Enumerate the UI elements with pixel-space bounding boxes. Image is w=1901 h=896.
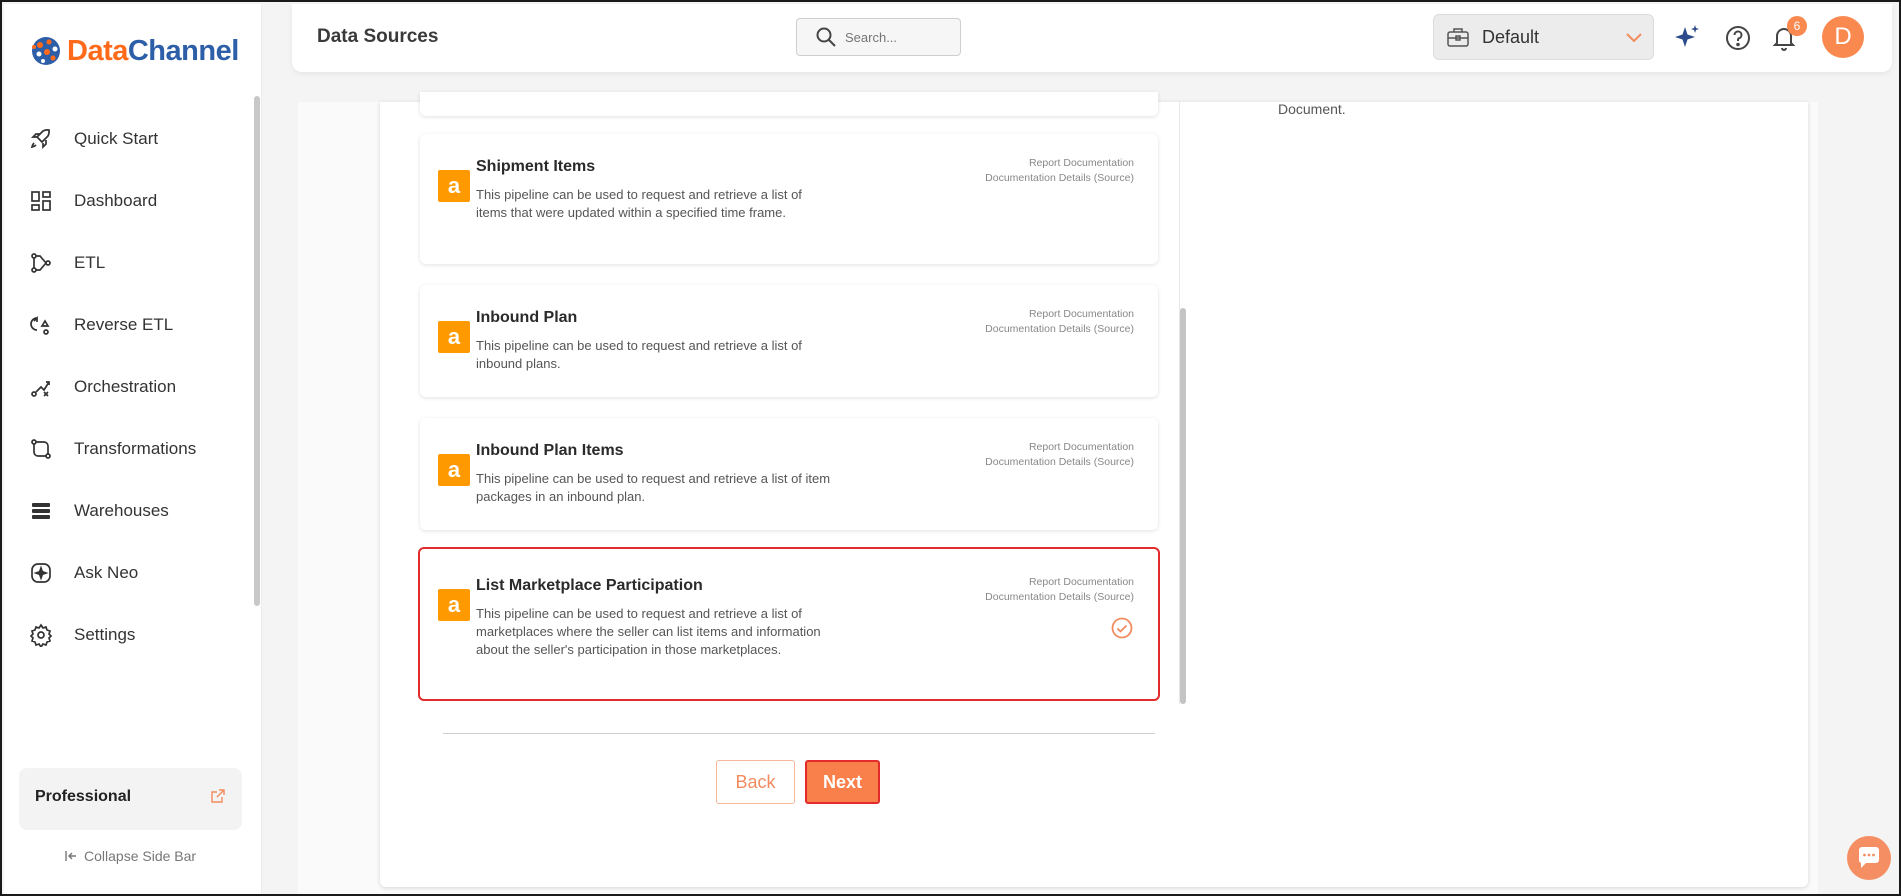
search-box[interactable]	[796, 18, 961, 56]
details-text: Document.	[1278, 101, 1346, 117]
amazon-logo-icon: a	[438, 170, 470, 202]
documentation-details-link[interactable]: Documentation Details (Source)	[985, 590, 1134, 605]
brand-name: DataChannel	[67, 35, 239, 68]
briefcase-icon	[1447, 28, 1469, 47]
plan-label: Professional	[35, 788, 132, 805]
collapse-arrow-icon	[65, 851, 76, 861]
dashboard-grid-icon	[28, 188, 54, 214]
top-header: Data Sources Default 6 D	[292, 4, 1892, 72]
external-link-icon[interactable]	[210, 788, 226, 804]
pipeline-card-inbound-plan[interactable]: a Inbound Plan This pipeline can be used…	[420, 285, 1158, 397]
rocket-icon	[28, 126, 54, 152]
back-button[interactable]: Back	[716, 760, 795, 804]
sidebar: DataChannel Quick Start Dashboard ETL Re…	[4, 4, 262, 894]
pipeline-card-partial[interactable]	[420, 92, 1158, 116]
sidebar-item-quick-start[interactable]: Quick Start	[4, 108, 254, 170]
warehouse-stack-icon	[28, 498, 54, 524]
pipeline-links: Report Documentation Documentation Detai…	[985, 307, 1134, 337]
gear-icon	[28, 622, 54, 648]
report-documentation-link[interactable]: Report Documentation	[985, 575, 1134, 590]
sparkles-icon	[1675, 25, 1699, 47]
notification-badge: 6	[1787, 16, 1807, 36]
amazon-logo-icon: a	[438, 454, 470, 486]
selected-check-icon	[1111, 617, 1133, 639]
sidebar-item-label: Warehouses	[74, 501, 169, 520]
pipeline-card-list-marketplace-participation[interactable]: a List Marketplace Participation This pi…	[418, 547, 1160, 701]
search-input[interactable]	[845, 29, 945, 45]
pipeline-description: This pipeline can be used to request and…	[476, 606, 821, 657]
sidebar-scrollbar[interactable]	[254, 96, 260, 606]
amazon-logo-icon: a	[438, 321, 470, 353]
sidebar-nav: Quick Start Dashboard ETL Reverse ETL Or…	[4, 108, 254, 666]
sidebar-item-transformations[interactable]: Transformations	[4, 418, 254, 480]
ai-sparkle-button[interactable]	[1672, 23, 1702, 53]
documentation-details-link[interactable]: Documentation Details (Source)	[985, 455, 1134, 470]
avatar[interactable]: D	[1822, 16, 1864, 58]
pipeline-links: Report Documentation Documentation Detai…	[985, 440, 1134, 470]
transformations-icon	[28, 436, 54, 462]
sidebar-item-orchestration[interactable]: Orchestration	[4, 356, 254, 418]
sidebar-item-dashboard[interactable]: Dashboard	[4, 170, 254, 232]
pipeline-description: This pipeline can be used to request and…	[476, 338, 802, 371]
sidebar-item-etl[interactable]: ETL	[4, 232, 254, 294]
help-icon	[1726, 26, 1750, 50]
report-documentation-link[interactable]: Report Documentation	[985, 307, 1134, 322]
sidebar-item-settings[interactable]: Settings	[4, 604, 254, 666]
amazon-logo-icon: a	[438, 589, 470, 621]
sidebar-item-label: Dashboard	[74, 191, 158, 210]
datachannel-logo-icon	[32, 37, 60, 65]
workspace-selector[interactable]: Default	[1433, 14, 1654, 60]
sidebar-item-reverse-etl[interactable]: Reverse ETL	[4, 294, 254, 356]
orchestration-icon	[28, 374, 54, 400]
next-button[interactable]: Next	[805, 760, 880, 804]
sparkle-box-icon	[28, 560, 54, 586]
pipeline-description: This pipeline can be used to request and…	[476, 471, 831, 504]
sidebar-item-label: Quick Start	[74, 129, 159, 148]
pipeline-title: List Marketplace Participation	[476, 577, 703, 594]
documentation-details-link[interactable]: Documentation Details (Source)	[985, 171, 1134, 186]
pipeline-description: This pipeline can be used to request and…	[476, 187, 802, 220]
documentation-details-link[interactable]: Documentation Details (Source)	[985, 322, 1134, 337]
pipeline-card-shipment-items[interactable]: a Shipment Items This pipeline can be us…	[420, 134, 1158, 264]
sidebar-item-label: Ask Neo	[74, 563, 139, 582]
list-scrollbar[interactable]	[1180, 308, 1186, 704]
plan-card[interactable]: Professional	[19, 768, 242, 830]
chat-bubble-icon	[1858, 847, 1879, 868]
workspace-label: Default	[1482, 26, 1540, 47]
sidebar-item-label: ETL	[74, 253, 106, 272]
report-documentation-link[interactable]: Report Documentation	[985, 156, 1134, 171]
logo[interactable]: DataChannel	[29, 34, 239, 68]
help-button[interactable]	[1723, 23, 1753, 53]
footer-divider	[443, 733, 1155, 734]
sidebar-item-ask-neo[interactable]: Ask Neo	[4, 542, 254, 604]
collapse-label: Collapse Side Bar	[84, 848, 197, 864]
brand-part1: Data	[67, 34, 128, 67]
sidebar-item-label: Orchestration	[74, 377, 177, 396]
search-icon	[816, 27, 836, 47]
sidebar-item-label: Transformations	[74, 439, 197, 458]
pipeline-title: Shipment Items	[476, 158, 596, 175]
reverse-etl-icon	[28, 312, 54, 338]
sidebar-item-label: Settings	[74, 625, 136, 644]
collapse-sidebar-button[interactable]: Collapse Side Bar	[64, 848, 196, 864]
brand-part2: Channel	[127, 34, 239, 67]
app-window: DataChannel Quick Start Dashboard ETL Re…	[0, 0, 1901, 896]
pipeline-card-inbound-plan-items[interactable]: a Inbound Plan Items This pipeline can b…	[420, 418, 1158, 530]
pipeline-links: Report Documentation Documentation Detai…	[985, 575, 1134, 605]
chat-support-button[interactable]	[1847, 836, 1891, 880]
chevron-down-icon	[1626, 33, 1642, 43]
report-documentation-link[interactable]: Report Documentation	[985, 440, 1134, 455]
sidebar-item-warehouses[interactable]: Warehouses	[4, 480, 254, 542]
pipeline-title: Inbound Plan Items	[476, 442, 624, 459]
page-title: Data Sources	[317, 26, 439, 47]
pipeline-title: Inbound Plan	[476, 309, 578, 326]
pipeline-links: Report Documentation Documentation Detai…	[985, 156, 1134, 186]
etl-flow-icon	[28, 250, 54, 276]
sidebar-item-label: Reverse ETL	[74, 315, 174, 334]
